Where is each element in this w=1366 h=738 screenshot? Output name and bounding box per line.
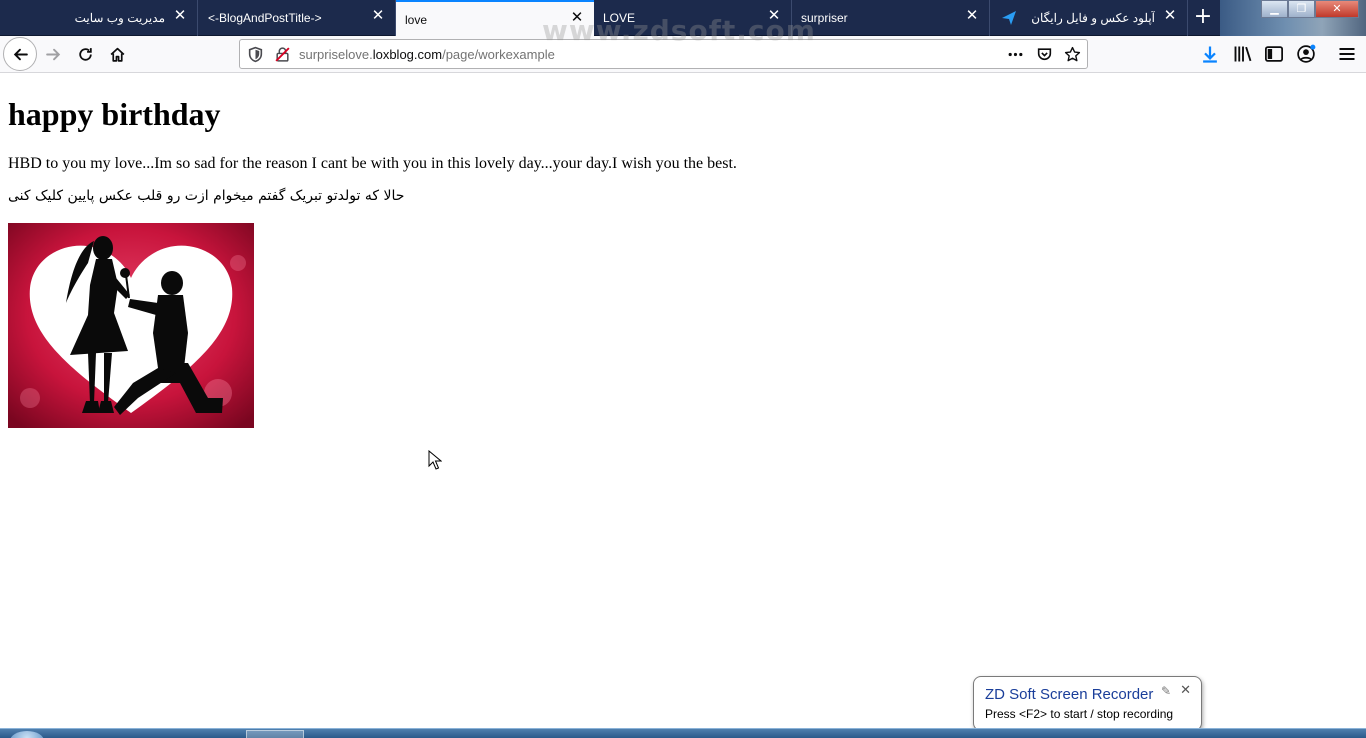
url-path: /page/workexample: [442, 47, 555, 62]
new-tab-button[interactable]: +: [1188, 4, 1218, 32]
url-bar[interactable]: surpriselove.loxblog.com/page/workexampl…: [239, 39, 1088, 69]
close-icon[interactable]: ✕: [570, 10, 584, 25]
tab-blog-and-post-title[interactable]: <-BlogAndPostTitle-> ✕: [198, 0, 396, 36]
tab-title: surpriser: [801, 11, 848, 25]
sidebar-icon[interactable]: [1264, 44, 1284, 64]
couple-proposal-picture: [8, 223, 254, 428]
screen-recorder-popup[interactable]: ZD Soft Screen Recorder ✎ ✕ Press <F2> t…: [973, 676, 1202, 731]
library-icon[interactable]: [1233, 44, 1253, 64]
persian-message: حالا که تولدتو تبریک گفتم میخوام ازت رو …: [8, 188, 405, 204]
close-icon[interactable]: ✕: [1180, 683, 1191, 698]
minimize-button[interactable]: ▁: [1261, 0, 1288, 18]
maximize-button[interactable]: ❐: [1288, 0, 1315, 18]
windows-taskbar: [0, 728, 1366, 738]
bookmark-star-icon[interactable]: [1064, 46, 1081, 63]
close-icon[interactable]: ✕: [173, 8, 187, 23]
tab-site-management[interactable]: مدیریت وب سایت ✕: [0, 0, 198, 36]
tab-title: LOVE: [603, 11, 636, 25]
reload-icon: [78, 47, 92, 61]
close-icon[interactable]: ✕: [371, 8, 385, 23]
close-icon[interactable]: ✕: [965, 8, 979, 23]
insecure-lock-icon[interactable]: [274, 46, 291, 63]
tab-upload-image[interactable]: آپلود عکس و فایل رایگان ✕: [990, 0, 1188, 36]
taskbar-item-firefox[interactable]: [246, 730, 304, 738]
recorder-hint: Press <F2> to start / stop recording: [985, 707, 1174, 721]
tab-strip: مدیریت وب سایت ✕ <-BlogAndPostTitle-> ✕ …: [0, 0, 1366, 37]
pocket-icon[interactable]: [1036, 46, 1053, 63]
tab-love-active[interactable]: love ✕: [396, 0, 594, 37]
navigation-toolbar: surpriselove.loxblog.com/page/workexampl…: [0, 36, 1366, 73]
page-actions-icon[interactable]: [1007, 46, 1024, 63]
recorder-title: ZD Soft Screen Recorder: [985, 686, 1154, 703]
hamburger-menu-icon[interactable]: [1337, 44, 1357, 64]
account-icon[interactable]: [1296, 44, 1316, 64]
tab-title: مدیریت وب سایت: [74, 11, 165, 25]
tab-title: love: [405, 13, 428, 27]
url-prefix: surpriselove.: [299, 47, 373, 62]
birthday-message: HBD to you my love...Im so sad for the r…: [8, 155, 737, 172]
close-icon[interactable]: ✕: [767, 8, 781, 23]
url-text[interactable]: surpriselove.loxblog.com/page/workexampl…: [299, 47, 555, 62]
url-host: loxblog.com: [372, 47, 443, 62]
mouse-cursor-icon: [428, 450, 442, 470]
back-button[interactable]: [3, 37, 37, 71]
tab-title: آپلود عکس و فایل رایگان: [1031, 11, 1155, 25]
arrow-left-icon: [13, 48, 28, 60]
upload-site-icon: [1000, 9, 1018, 27]
shield-icon[interactable]: [247, 46, 264, 63]
pin-icon[interactable]: ✎: [1161, 684, 1171, 698]
arrow-right-icon: [45, 48, 60, 60]
forward-button[interactable]: [37, 38, 69, 70]
web-page-content: happy birthday HBD to you my love...Im s…: [0, 74, 1366, 728]
close-icon[interactable]: ✕: [1163, 8, 1177, 23]
page-heading: happy birthday: [8, 96, 221, 132]
tab-surpriser[interactable]: surpriser ✕: [792, 0, 990, 36]
window-controls: ▁ ❐ ✕: [1261, 0, 1359, 18]
home-button[interactable]: [101, 38, 133, 70]
tab-love-caps[interactable]: LOVE ✕: [594, 0, 792, 36]
window-close-button[interactable]: ✕: [1315, 0, 1359, 18]
heart-couple-image-link[interactable]: [8, 223, 254, 428]
home-icon: [110, 47, 124, 62]
download-icon[interactable]: [1200, 44, 1220, 64]
reload-button[interactable]: [69, 38, 101, 70]
tab-title: <-BlogAndPostTitle->: [208, 11, 322, 25]
start-button[interactable]: [10, 731, 44, 738]
